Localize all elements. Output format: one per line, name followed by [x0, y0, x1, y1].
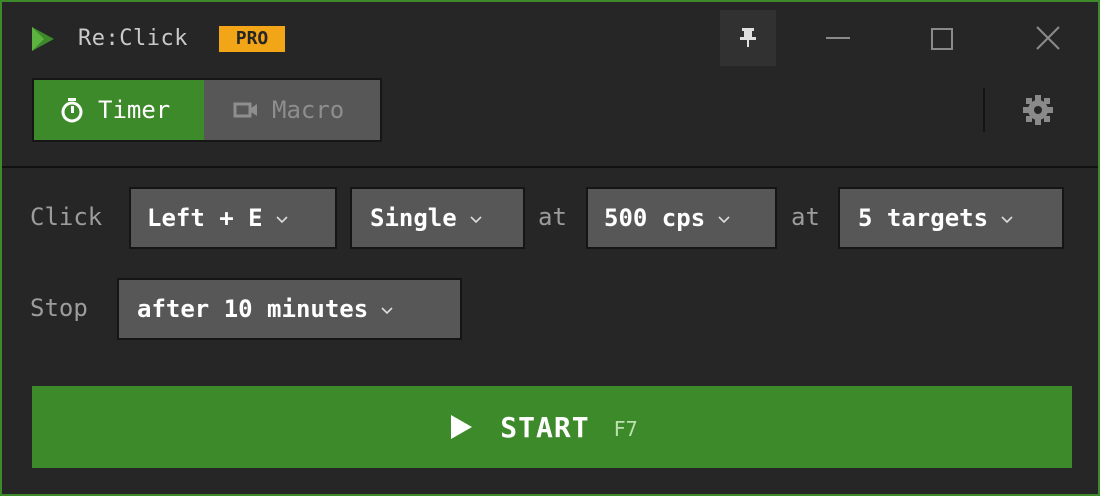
click-type-value: Single — [370, 204, 457, 232]
header-divider — [983, 88, 985, 132]
click-rate-dropdown[interactable]: 500 cps — [586, 187, 777, 249]
maximize-icon — [931, 28, 953, 50]
targets-value: 5 targets — [858, 204, 989, 232]
gear-icon — [1023, 95, 1053, 125]
targets-dropdown[interactable]: 5 targets — [838, 187, 1064, 249]
pro-badge: PRO — [219, 26, 285, 52]
title-bar[interactable]: Re:Click PRO — [2, 2, 1098, 74]
tab-timer-label: Timer — [98, 96, 171, 124]
chevron-down-icon — [276, 216, 288, 224]
app-title: Re:Click — [78, 26, 188, 51]
start-hotkey: F7 — [613, 417, 638, 441]
chevron-down-icon — [1001, 216, 1013, 224]
start-label: START — [500, 410, 590, 444]
app-window: Re:Click PRO Timer Macro Click Left + E … — [0, 0, 1100, 496]
stopwatch-icon — [61, 98, 83, 123]
stop-condition-value: after 10 minutes — [137, 295, 369, 323]
mode-tabs: Timer Macro — [32, 78, 382, 142]
click-type-dropdown[interactable]: Single — [350, 187, 525, 249]
chevron-down-icon — [470, 216, 482, 224]
at-label: at — [791, 203, 820, 231]
start-button[interactable]: START F7 — [32, 386, 1072, 468]
click-rate-value: 500 cps — [604, 204, 706, 232]
maximize-button[interactable] — [914, 10, 970, 66]
mouse-button-dropdown[interactable]: Left + E — [129, 187, 337, 249]
stop-condition-dropdown[interactable]: after 10 minutes — [117, 278, 462, 340]
tab-timer[interactable]: Timer — [34, 80, 204, 140]
pin-button[interactable] — [720, 10, 776, 66]
video-camera-icon — [233, 102, 257, 118]
mouse-button-value: Left + E — [147, 204, 263, 232]
at-label: at — [538, 203, 567, 231]
play-icon — [451, 415, 473, 439]
close-button[interactable] — [1020, 10, 1076, 66]
section-divider — [2, 166, 1098, 168]
minimize-icon — [826, 37, 850, 39]
pin-icon — [740, 28, 756, 47]
settings-button[interactable] — [1016, 90, 1060, 130]
chevron-down-icon — [718, 216, 730, 224]
tab-macro[interactable]: Macro — [204, 80, 380, 140]
app-logo-icon — [32, 27, 54, 51]
click-label: Click — [30, 203, 103, 231]
minimize-button[interactable] — [810, 10, 866, 66]
stop-label: Stop — [30, 294, 88, 322]
tab-macro-label: Macro — [272, 96, 345, 124]
close-icon — [1036, 26, 1060, 50]
chevron-down-icon — [381, 307, 393, 315]
